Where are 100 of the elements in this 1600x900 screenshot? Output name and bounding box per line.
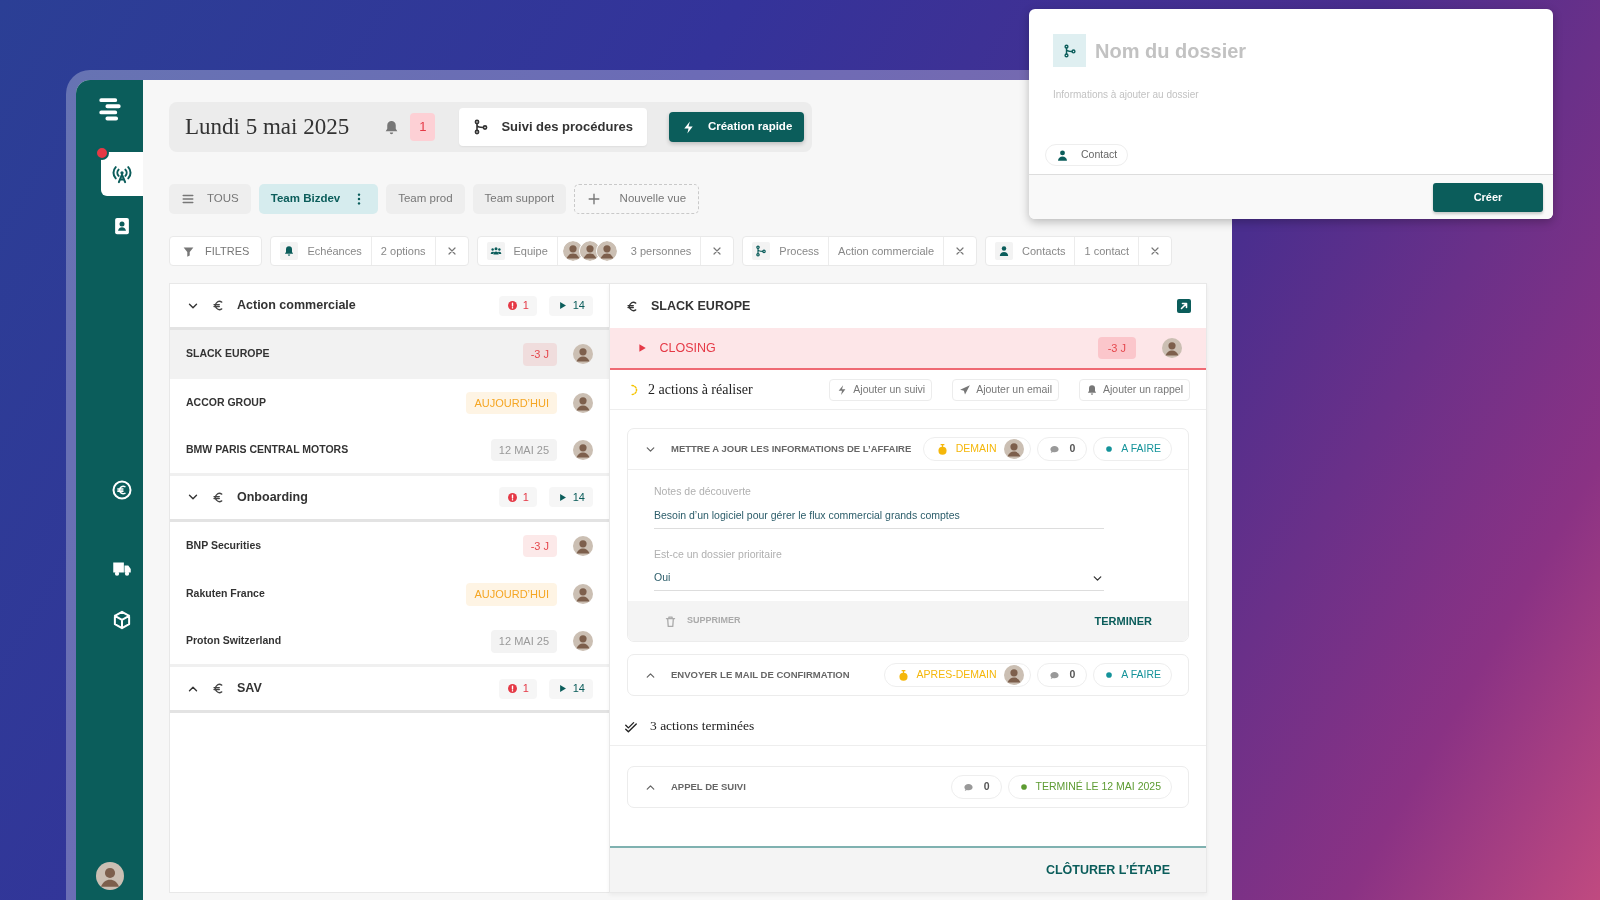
status-label: TERMINÉ LE 12 MAI 2025 bbox=[1035, 779, 1161, 795]
branch-icon bbox=[473, 119, 490, 135]
alert-icon bbox=[506, 683, 518, 694]
bell-icon bbox=[283, 245, 296, 257]
branch-icon bbox=[755, 245, 768, 257]
status-pill[interactable]: A FAIRE bbox=[1093, 437, 1172, 461]
item-count: 14 bbox=[572, 489, 585, 505]
finish-button[interactable]: TERMINER bbox=[1088, 611, 1158, 631]
comment-pill[interactable]: 0 bbox=[1036, 663, 1088, 687]
action-title: ENVOYER LE MAIL DE CONFIRMATION bbox=[671, 667, 851, 682]
deal-row[interactable]: SLACK EUROPE -3 J bbox=[170, 330, 609, 379]
deal-row[interactable]: BNP Securities -3 J bbox=[170, 521, 609, 570]
alert-icon bbox=[506, 300, 518, 311]
create-button[interactable]: Créer bbox=[1433, 182, 1543, 212]
procedures-button[interactable]: Suivi des procédures bbox=[459, 108, 647, 146]
stopwatch-icon bbox=[896, 668, 910, 682]
cube-icon bbox=[112, 610, 132, 630]
filter-name: Process bbox=[779, 243, 820, 259]
comment-count: 0 bbox=[1068, 667, 1076, 683]
add-button[interactable]: Ajouter un email bbox=[952, 378, 1059, 401]
status-label: A FAIRE bbox=[1121, 667, 1161, 683]
due-label: DEMAIN bbox=[955, 441, 997, 457]
due-badge: 12 MAI 25 bbox=[490, 438, 557, 461]
comment-count: 0 bbox=[982, 779, 990, 795]
filter-value[interactable]: 3 personnes bbox=[630, 242, 692, 260]
euro-icon bbox=[112, 480, 132, 500]
due-badge: 12 MAI 25 bbox=[490, 630, 557, 653]
filter-name: Contacts bbox=[1022, 243, 1066, 259]
deal-name: BMW PARIS CENTRAL MOTORS bbox=[186, 441, 350, 457]
contact-chip[interactable]: Contact bbox=[1045, 144, 1129, 166]
close-stage-button[interactable]: CLÔTURER L’ÉTAPE bbox=[1039, 859, 1176, 881]
due-badge: -3 J bbox=[522, 343, 557, 366]
menu-icon bbox=[181, 192, 195, 206]
avatar bbox=[595, 240, 618, 262]
add-button[interactable]: Ajouter un rappel bbox=[1079, 378, 1190, 401]
avatar bbox=[573, 439, 593, 460]
action-title: APPEL DE SUIVI bbox=[671, 779, 747, 794]
view-tab[interactable]: Team Bizdev bbox=[258, 184, 379, 214]
stopwatch-icon bbox=[935, 442, 949, 456]
item-count: 14 bbox=[572, 681, 585, 697]
deal-row[interactable]: Proton Switzerland 12 MAI 25 bbox=[170, 618, 609, 667]
deal-name: Proton Switzerland bbox=[186, 633, 283, 649]
quick-create-button[interactable]: Création rapide bbox=[668, 112, 805, 142]
group-title: SAV bbox=[237, 680, 263, 698]
view-tab[interactable]: Team support bbox=[472, 184, 567, 214]
text-field[interactable]: Besoin d’un logiciel pour gérer le flux commercial grands comptes bbox=[654, 507, 1104, 529]
trash-icon bbox=[664, 614, 677, 628]
deal-row[interactable]: BMW PARIS CENTRAL MOTORS 12 MAI 25 bbox=[170, 427, 609, 476]
status-pill[interactable]: TERMINÉ LE 12 MAI 2025 bbox=[1007, 775, 1172, 799]
section-title: 3 actions terminées bbox=[650, 717, 755, 736]
alert-icon bbox=[506, 491, 518, 503]
bell-icon bbox=[1086, 383, 1098, 396]
chat-icon bbox=[1048, 669, 1060, 681]
select-field[interactable]: Oui bbox=[654, 570, 1104, 591]
filter-value[interactable]: 2 options bbox=[380, 242, 426, 260]
play-icon bbox=[636, 342, 648, 354]
filter-name: Echéances bbox=[307, 243, 362, 259]
filter-icon bbox=[182, 244, 195, 258]
contact-card-icon bbox=[112, 216, 132, 236]
avatar bbox=[573, 535, 593, 556]
add-button[interactable]: Ajouter un suivi bbox=[829, 378, 933, 401]
avatar bbox=[1162, 338, 1182, 358]
comment-pill[interactable]: 0 bbox=[1036, 437, 1088, 461]
item-count: 14 bbox=[572, 298, 585, 314]
section-title: 2 actions à réaliser bbox=[648, 381, 754, 399]
filter-value[interactable]: Action commerciale bbox=[838, 242, 935, 260]
avatar bbox=[95, 862, 124, 890]
send-icon bbox=[959, 383, 972, 396]
view-tab[interactable]: TOUS bbox=[169, 184, 251, 214]
group-title: Onboarding bbox=[237, 488, 309, 506]
avatar bbox=[1003, 665, 1024, 685]
alert-count: 1 bbox=[522, 681, 529, 697]
euro-icon bbox=[212, 682, 225, 695]
filter-value[interactable]: 1 contact bbox=[1084, 242, 1130, 260]
antenna-icon bbox=[112, 164, 132, 184]
status-pill[interactable]: A FAIRE bbox=[1093, 663, 1172, 687]
deal-name: BNP Securities bbox=[186, 537, 263, 553]
people-icon bbox=[489, 245, 502, 257]
euro-icon bbox=[212, 299, 225, 312]
filter-button[interactable]: FILTRES bbox=[169, 236, 263, 266]
view-tab[interactable]: Team prod bbox=[386, 184, 465, 214]
alert-count: 1 bbox=[522, 298, 529, 314]
due-label: APRES-DEMAIN bbox=[916, 667, 997, 683]
comment-count: 0 bbox=[1068, 441, 1076, 457]
double-check-icon bbox=[624, 719, 638, 734]
alert-count: 1 bbox=[522, 489, 529, 505]
branch-icon bbox=[1062, 43, 1077, 58]
date-title: Lundi 5 mai 2025 bbox=[185, 112, 350, 141]
comment-pill[interactable]: 0 bbox=[950, 775, 1002, 799]
new-view-button[interactable]: Nouvelle vue bbox=[574, 184, 700, 214]
field-label: Est-ce un dossier prioritaire bbox=[654, 546, 783, 562]
stage-name: CLOSING bbox=[658, 339, 717, 357]
deal-row[interactable]: ACCOR GROUP AUJOURD’HUI bbox=[170, 378, 609, 427]
field-label: Notes de découverte bbox=[654, 484, 752, 499]
chat-icon bbox=[1048, 443, 1060, 455]
person-icon bbox=[998, 245, 1011, 257]
deal-row[interactable]: Rakuten France AUJOURD’HUI bbox=[170, 570, 609, 619]
euro-icon bbox=[626, 299, 639, 313]
avatar bbox=[1003, 439, 1024, 459]
action-title: METTRE A JOUR LES INFORMATIONS DE L’AFFAIRE bbox=[671, 441, 913, 456]
